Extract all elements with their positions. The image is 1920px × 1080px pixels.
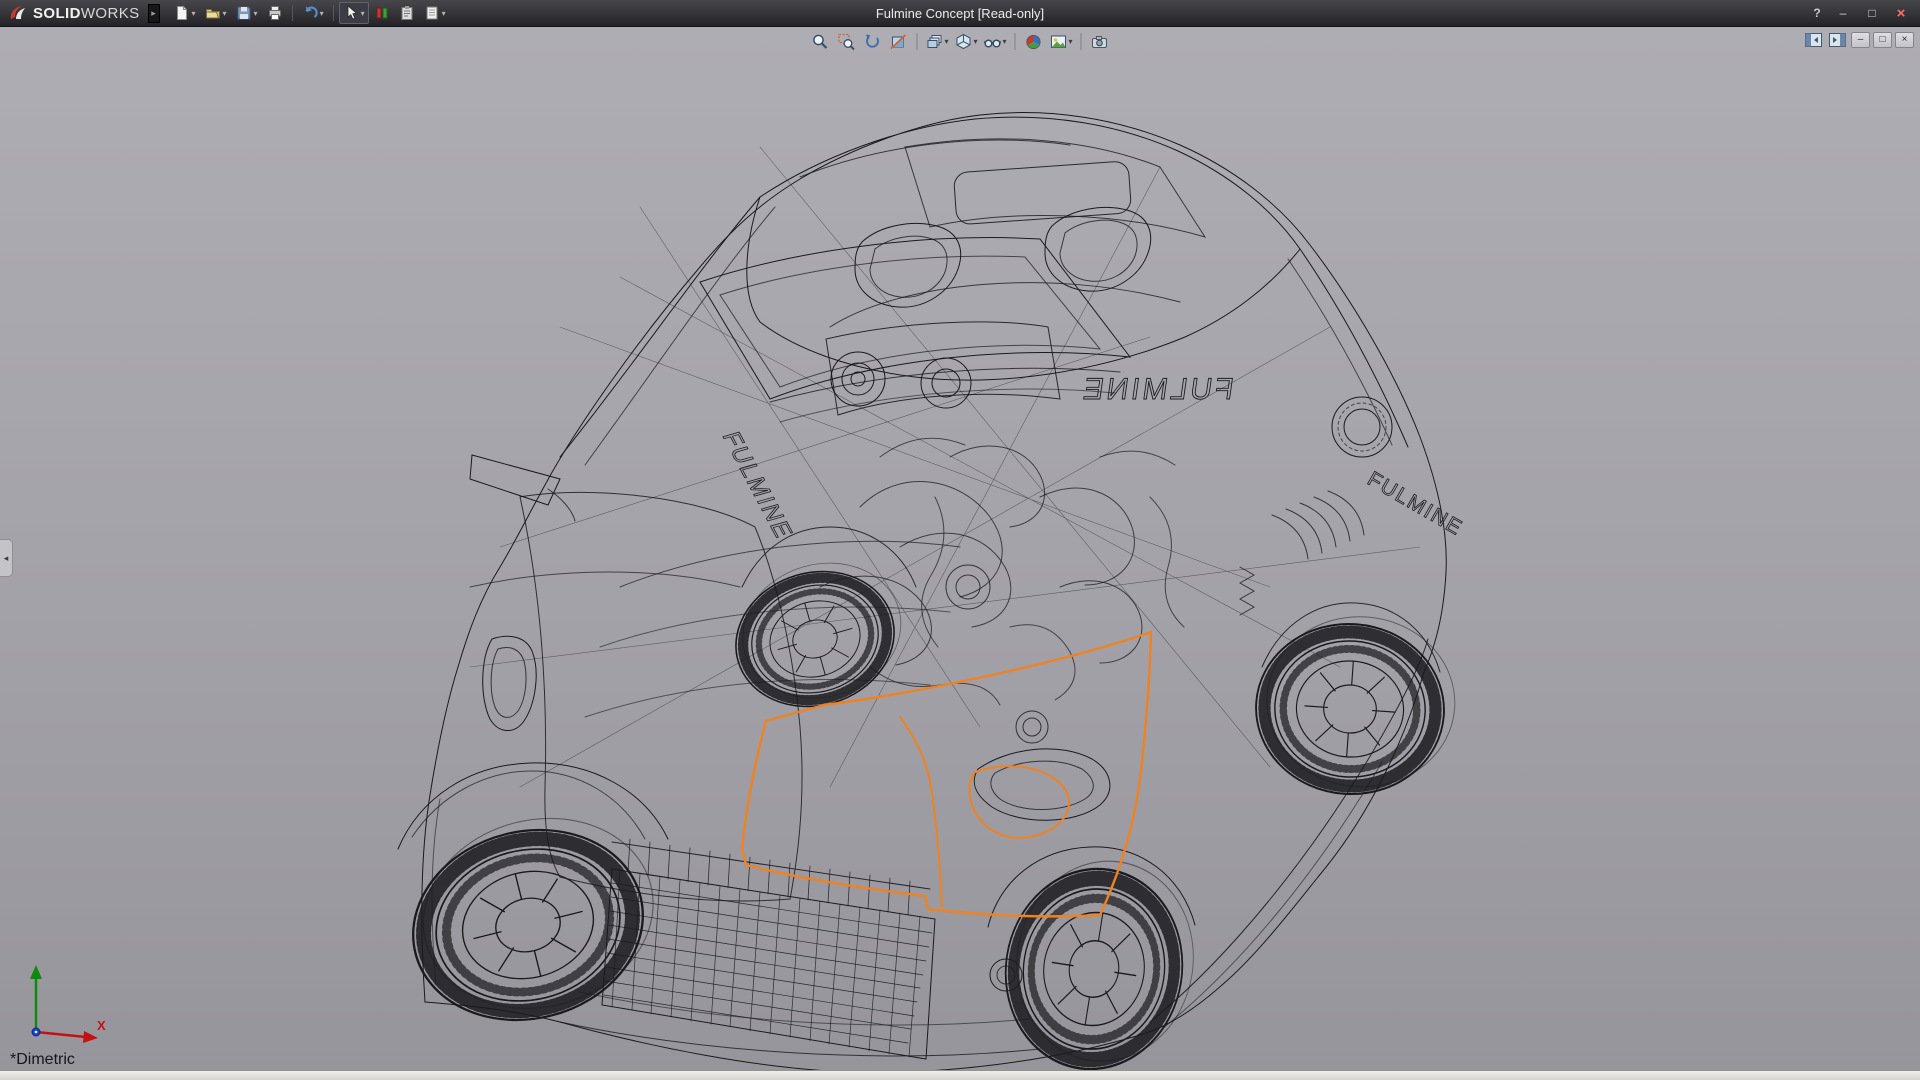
undo-button[interactable]: ▾ [298, 2, 328, 24]
select-button[interactable]: ▾ [338, 2, 369, 24]
featuremanager-collapse-tab[interactable]: ◂ [0, 539, 13, 577]
scene-picture-icon [1051, 35, 1067, 48]
view-settings-button[interactable] [1088, 30, 1112, 53]
close-document-button[interactable]: × [1895, 32, 1914, 48]
new-document-button[interactable]: ▾ [170, 2, 200, 24]
left-pane-icon [1805, 33, 1822, 47]
display-states-icon [376, 7, 388, 19]
toolbar-separator [916, 33, 918, 50]
section-view-button[interactable] [886, 30, 910, 53]
previous-view-button[interactable] [860, 30, 884, 53]
wheel-rear-left [718, 545, 919, 725]
toolbar-separator [1080, 33, 1082, 50]
save-icon [237, 6, 251, 20]
help-button[interactable]: ? [1807, 4, 1827, 23]
triad-z-axis [31, 1027, 41, 1037]
minimize-window-button[interactable]: – [1830, 4, 1856, 23]
document-properties-button[interactable] [395, 2, 419, 24]
clipboard-icon [401, 6, 413, 20]
options-button[interactable]: ▾ [420, 2, 450, 24]
wheel-front-left [391, 795, 676, 1044]
minimize-document-button[interactable]: – [1851, 32, 1870, 48]
zoom-to-fit-icon [813, 34, 828, 49]
model-wireframe-canvas[interactable]: FULMINE FULMINE FULMINE [0, 27, 1920, 1070]
maximize-window-button[interactable]: □ [1859, 4, 1885, 23]
dropdown-caret-icon[interactable]: ▾ [944, 37, 948, 46]
previous-view-icon [865, 34, 879, 48]
display-states-button[interactable] [370, 2, 394, 24]
select-cursor-icon [347, 5, 357, 20]
dropdown-caret-icon[interactable]: ▾ [254, 9, 258, 18]
view-orientation-button[interactable]: ▾ [923, 30, 950, 53]
undo-icon [305, 6, 318, 18]
print-button[interactable] [263, 2, 287, 24]
viewport-pane-controls: – □ × [1803, 31, 1914, 49]
title-bar: SOLIDWORKS ▸ ▾ ▾ ▾ ▾ ▾ ▾ Fulmine Concept… [0, 0, 1920, 27]
print-icon [268, 6, 281, 20]
apply-scene-button[interactable]: ▾ [1048, 30, 1075, 53]
model-badge-right: FULMINE [1364, 467, 1467, 540]
dropdown-caret-icon[interactable]: ▾ [223, 9, 227, 18]
taskpane-button[interactable] [1827, 31, 1848, 49]
view-orientation-icon [927, 34, 942, 48]
car-wireframe: FULMINE FULMINE FULMINE [391, 112, 1467, 1070]
dropdown-caret-icon[interactable]: ▾ [192, 9, 196, 18]
triad-x-axis: X [35, 1018, 106, 1043]
heads-up-view-toolbar: ▾ ▾ ▾ ▾ [808, 30, 1111, 53]
wheel-rear-right [1250, 610, 1460, 801]
wheel-front-right [991, 847, 1207, 1070]
close-window-button[interactable]: × [1888, 4, 1914, 23]
menu-expand-button[interactable]: ▸ [147, 3, 160, 23]
dropdown-caret-icon[interactable]: ▾ [442, 9, 446, 18]
options-document-icon [426, 6, 438, 20]
dropdown-caret-icon[interactable]: ▾ [973, 37, 977, 46]
save-button[interactable]: ▾ [232, 2, 262, 24]
dropdown-caret-icon[interactable]: ▾ [320, 9, 324, 18]
open-button[interactable]: ▾ [201, 2, 231, 24]
camera-icon [1092, 35, 1108, 48]
toolbar-separator [291, 5, 293, 21]
orientation-triad[interactable]: X [14, 960, 110, 1046]
collapse-arrow-icon: ◂ [3, 552, 9, 563]
solidworks-logo-icon [10, 6, 25, 19]
zoom-to-fit-button[interactable] [808, 30, 832, 53]
solidworks-logo: SOLIDWORKS [0, 4, 148, 22]
dropdown-caret-icon[interactable]: ▾ [361, 9, 365, 18]
zoom-to-area-button[interactable] [834, 30, 858, 53]
eyeglasses-icon [983, 38, 1002, 47]
new-document-icon [176, 6, 187, 20]
status-bar [0, 1070, 1920, 1080]
open-folder-icon [205, 9, 220, 19]
section-view-icon [890, 33, 907, 49]
display-style-button[interactable]: ▾ [952, 30, 979, 53]
hide-show-items-button[interactable]: ▾ [982, 30, 1009, 53]
triad-y-axis [30, 965, 42, 1032]
restore-document-button[interactable]: □ [1873, 32, 1892, 48]
triad-x-label: X [97, 1018, 106, 1033]
window-controls: ? – □ × [1807, 4, 1920, 23]
appearance-ball-icon [1026, 34, 1041, 49]
toolbar-separator [1014, 33, 1016, 50]
view-orientation-label: *Dimetric [10, 1051, 75, 1068]
graphics-viewport[interactable]: FULMINE FULMINE FULMINE ▾ ▾ ▾ ▾ – □ × ◂ … [0, 27, 1920, 1070]
edit-appearance-button[interactable] [1022, 30, 1046, 53]
model-badge-left: FULMINE [716, 429, 798, 542]
model-badge-rear: FULMINE [1078, 373, 1235, 406]
app-name: SOLIDWORKS [33, 4, 140, 22]
right-pane-icon [1829, 33, 1846, 47]
featuremanager-pane-button[interactable] [1803, 31, 1824, 49]
zoom-to-area-icon [838, 33, 855, 50]
dropdown-caret-icon[interactable]: ▾ [1003, 37, 1007, 46]
main-toolbar: ▾ ▾ ▾ ▾ ▾ ▾ [170, 2, 450, 24]
toolbar-separator [332, 5, 334, 21]
display-style-icon [956, 33, 971, 49]
dropdown-caret-icon[interactable]: ▾ [1069, 37, 1073, 46]
